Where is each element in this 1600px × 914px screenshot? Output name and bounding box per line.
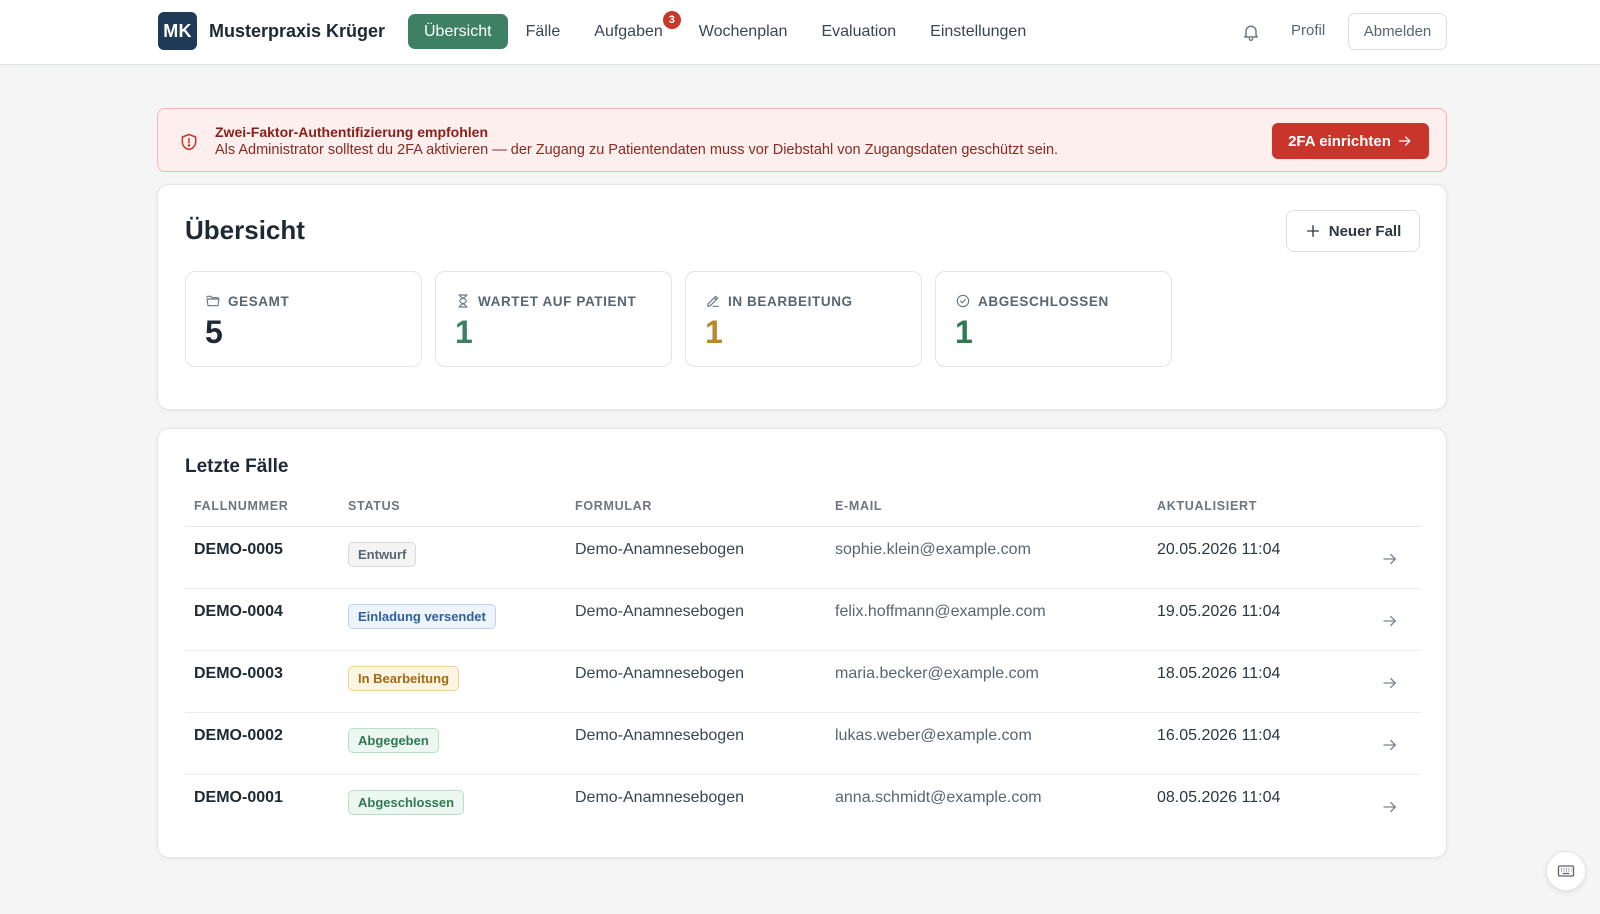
arrow-right-icon[interactable]	[1381, 674, 1399, 692]
updated-timestamp: 08.05.2026 11:04	[1157, 789, 1281, 806]
status-badge: Abgeschlossen	[348, 790, 465, 815]
column-header-email[interactable]: E-Mail	[835, 499, 882, 513]
updated-timestamp: 20.05.2026 11:04	[1157, 541, 1281, 558]
table-row[interactable]: DEMO-0002 Abgegeben Demo-Anamnesebogen luka…	[185, 713, 1421, 775]
status-badge: Einladung versendet	[348, 604, 496, 629]
nav-item-evaluation[interactable]: Evaluation	[805, 14, 912, 49]
nav-item-uebersicht[interactable]: Übersicht	[408, 14, 508, 49]
practice-logo[interactable]: MK	[158, 12, 197, 50]
nav-item-faelle[interactable]: Fälle	[510, 14, 577, 49]
keyboard-shortcuts-button[interactable]	[1546, 851, 1586, 891]
folder-icon	[206, 295, 220, 307]
stat-value: 5	[205, 314, 223, 350]
status-badge: Entwurf	[348, 542, 417, 567]
stat-card-total[interactable]: Gesamt 5	[185, 271, 422, 367]
patient-email: sophie.klein@example.com	[835, 541, 1031, 558]
check-circle-icon	[956, 294, 970, 308]
status-badge: In Bearbeitung	[348, 666, 460, 691]
stat-label: In Bearbeitung	[728, 293, 853, 309]
form-name: Demo-Anamnesebogen	[575, 727, 744, 744]
case-number[interactable]: DEMO-0005	[194, 541, 283, 559]
arrow-right-icon	[1398, 136, 1411, 146]
practice-name[interactable]: Musterpraxis Krüger	[209, 21, 385, 42]
table-row[interactable]: DEMO-0005 Entwurf Demo-Anamnesebogen sophie…	[185, 527, 1421, 589]
stat-label: Abgeschlossen	[978, 293, 1109, 309]
column-header-updated[interactable]: Aktualisiert	[1157, 499, 1257, 513]
updated-timestamp: 16.05.2026 11:04	[1157, 727, 1281, 744]
updated-timestamp: 19.05.2026 11:04	[1157, 603, 1281, 620]
new-case-button[interactable]: Neuer Fall	[1286, 210, 1420, 252]
stat-value: 1	[955, 314, 973, 350]
table-row[interactable]: DEMO-0004 Einladung versendet Demo-Anamnes…	[185, 589, 1421, 651]
arrow-right-icon[interactable]	[1381, 736, 1399, 754]
stat-label: Wartet auf Patient	[478, 293, 637, 309]
updated-timestamp: 18.05.2026 11:04	[1157, 665, 1281, 682]
column-header-form[interactable]: Formular	[575, 499, 652, 513]
table-row[interactable]: DEMO-0001 Abgeschlossen Demo-Anamnesebogen…	[185, 775, 1421, 837]
stat-value: 1	[455, 314, 473, 350]
form-name: Demo-Anamnesebogen	[575, 789, 744, 806]
two-factor-alert: Zwei-Faktor-Authentifizierung empfohlen …	[157, 108, 1447, 172]
column-header-status[interactable]: Status	[348, 499, 400, 513]
patient-email: lukas.weber@example.com	[835, 727, 1032, 744]
nav-item-aufgaben[interactable]: Aufgaben 3	[578, 11, 681, 49]
alert-message: Als Administrator solltest du 2FA aktivi…	[215, 142, 1059, 158]
nav-item-einstellungen[interactable]: Einstellungen	[914, 14, 1042, 49]
table-row[interactable]: DEMO-0003 In Bearbeitung Demo-Anamneseboge…	[185, 651, 1421, 713]
pencil-icon	[707, 295, 719, 307]
recent-cases-card: Letzte Fälle Fallnummer Status Formular …	[157, 428, 1447, 858]
alert-title: Zwei-Faktor-Authentifizierung empfohlen	[215, 124, 488, 140]
page-title: Übersicht	[185, 215, 305, 245]
profile-link[interactable]: Profil	[1291, 22, 1325, 39]
patient-email: felix.hoffmann@example.com	[835, 603, 1046, 620]
stat-value: 1	[705, 314, 723, 350]
keyboard-icon	[1557, 865, 1575, 877]
tasks-count-badge: 3	[662, 11, 681, 29]
form-name: Demo-Anamnesebogen	[575, 603, 744, 620]
status-badge: Abgegeben	[348, 728, 439, 753]
stat-label: Gesamt	[228, 293, 290, 309]
case-number[interactable]: DEMO-0002	[194, 727, 283, 745]
setup-2fa-button[interactable]: 2FA einrichten	[1272, 123, 1429, 159]
table-header: Fallnummer Status Formular E-Mail Aktual…	[185, 499, 1421, 527]
case-number[interactable]: DEMO-0001	[194, 789, 283, 807]
main-nav: Übersicht Fälle Aufgaben 3 Wochenplan Ev…	[408, 11, 1044, 49]
case-number[interactable]: DEMO-0004	[194, 603, 283, 621]
patient-email: anna.schmidt@example.com	[835, 789, 1042, 806]
logout-button[interactable]: Abmelden	[1348, 13, 1447, 50]
nav-item-wochenplan[interactable]: Wochenplan	[683, 14, 804, 49]
patient-email: maria.becker@example.com	[835, 665, 1039, 682]
arrow-right-icon[interactable]	[1381, 798, 1399, 816]
form-name: Demo-Anamnesebogen	[575, 665, 744, 682]
overview-card: Übersicht Neuer Fall Gesamt 5 Wartet auf…	[157, 184, 1447, 410]
arrow-right-icon[interactable]	[1381, 612, 1399, 630]
stat-card-in-progress[interactable]: In Bearbeitung 1	[685, 271, 922, 367]
form-name: Demo-Anamnesebogen	[575, 541, 744, 558]
arrow-right-icon[interactable]	[1381, 550, 1399, 568]
bell-icon[interactable]	[1241, 22, 1261, 42]
plus-icon	[1306, 225, 1319, 237]
hourglass-icon	[458, 294, 468, 308]
shield-alert-icon	[181, 133, 197, 151]
top-navigation-bar: MK Musterpraxis Krüger Übersicht Fälle A…	[0, 0, 1600, 65]
stat-card-closed[interactable]: Abgeschlossen 1	[935, 271, 1172, 367]
stat-card-waiting[interactable]: Wartet auf Patient 1	[435, 271, 672, 367]
column-header-number[interactable]: Fallnummer	[194, 499, 289, 513]
case-number[interactable]: DEMO-0003	[194, 665, 283, 683]
recent-cases-title: Letzte Fälle	[185, 456, 289, 477]
